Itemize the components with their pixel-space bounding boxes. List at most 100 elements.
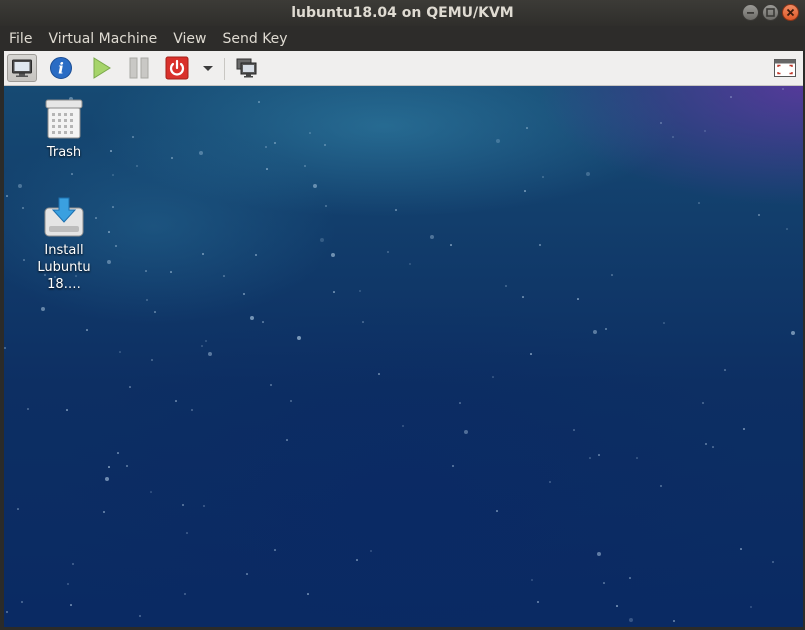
star-dot — [205, 340, 207, 342]
star-dot — [705, 443, 707, 445]
star-dot — [119, 351, 121, 353]
star-dot — [151, 359, 153, 361]
star-dot — [112, 206, 114, 208]
pause-button[interactable] — [124, 54, 154, 82]
star-dot — [704, 130, 706, 132]
star-dot — [255, 254, 257, 256]
fullscreen-icon — [774, 59, 796, 77]
minimize-button[interactable] — [742, 4, 759, 21]
play-icon — [93, 57, 111, 79]
star-dot — [730, 96, 732, 98]
shutdown-menu-button[interactable] — [198, 54, 218, 82]
star-dot — [150, 491, 152, 493]
star-dot — [597, 552, 601, 556]
close-button[interactable] — [782, 4, 799, 21]
star-dot — [409, 263, 411, 265]
star-dot — [743, 428, 745, 430]
star-dot — [782, 88, 784, 90]
star-dot — [72, 563, 74, 565]
star-dot — [286, 439, 288, 441]
star-dot — [370, 550, 372, 552]
star-dot — [395, 209, 397, 211]
star-dot — [672, 136, 674, 138]
star-dot — [660, 122, 662, 124]
star-dot — [154, 311, 156, 313]
menu-virtual-machine[interactable]: Virtual Machine — [39, 26, 164, 51]
star-dot — [663, 322, 665, 324]
star-dot — [274, 142, 276, 144]
star-dot — [402, 425, 404, 427]
star-dot — [41, 307, 45, 311]
star-dot — [724, 369, 726, 371]
star-dot — [21, 601, 23, 603]
star-dot — [611, 274, 613, 276]
desktop-icon-install-lubuntu[interactable]: Install Lubuntu 18.… — [19, 196, 109, 293]
desktop-icon-trash[interactable]: Trash — [19, 98, 109, 161]
star-dot — [297, 336, 301, 340]
star-dot — [246, 573, 248, 575]
star-dot — [208, 352, 212, 356]
star-dot — [70, 604, 72, 606]
star-dot — [530, 353, 532, 355]
star-dot — [6, 195, 8, 197]
star-dot — [605, 328, 607, 330]
star-dot — [202, 253, 204, 255]
star-dot — [262, 321, 264, 323]
window-titlebar[interactable]: lubuntu18.04 on QEMU/KVM — [0, 0, 805, 26]
fullscreen-button[interactable] — [770, 54, 800, 82]
vm-desktop[interactable]: Trash Install Lubuntu 18.… — [4, 86, 803, 627]
star-dot — [331, 253, 335, 257]
console-view-button[interactable] — [7, 54, 37, 82]
maximize-button[interactable] — [762, 4, 779, 21]
star-dot — [186, 532, 188, 534]
desktop-icon-label: Trash — [46, 145, 82, 160]
install-icon — [43, 196, 85, 238]
star-dot — [586, 172, 590, 176]
star-dot — [304, 165, 306, 167]
star-dot — [265, 146, 267, 148]
star-dot — [522, 296, 524, 298]
menubar: File Virtual Machine View Send Key — [0, 26, 805, 51]
star-dot — [452, 465, 454, 467]
star-dot — [616, 605, 618, 607]
trash-icon — [43, 98, 85, 140]
star-dot — [170, 271, 172, 273]
details-button[interactable]: i — [46, 54, 76, 82]
star-dot — [66, 409, 68, 411]
star-dot — [387, 251, 389, 253]
star-dot — [539, 244, 541, 246]
star-dot — [772, 561, 774, 563]
desktop-icon-label: Install — [44, 243, 84, 258]
star-dot — [108, 466, 110, 468]
menu-send-key[interactable]: Send Key — [213, 26, 294, 51]
star-dot — [324, 144, 326, 146]
star-dot — [496, 139, 500, 143]
star-dot — [136, 165, 138, 167]
star-dot — [103, 511, 105, 513]
star-dot — [307, 593, 309, 595]
maximize-icon — [766, 8, 775, 17]
menu-file[interactable]: File — [0, 26, 39, 51]
star-dot — [199, 151, 203, 155]
toolbar-separator — [224, 58, 225, 80]
star-dot — [492, 376, 494, 378]
run-button[interactable] — [86, 54, 116, 82]
star-dot — [359, 290, 361, 292]
minimize-icon — [747, 12, 754, 14]
star-dot — [67, 583, 69, 585]
star-dot — [660, 485, 662, 487]
star-dot — [175, 400, 177, 402]
menu-view[interactable]: View — [164, 26, 213, 51]
star-dot — [430, 235, 434, 239]
star-dot — [542, 176, 544, 178]
star-dot — [526, 127, 528, 129]
star-dot — [758, 214, 760, 216]
snapshots-button[interactable] — [232, 54, 262, 82]
info-icon: i — [50, 57, 72, 79]
shutdown-button[interactable] — [162, 54, 192, 82]
monitor-icon — [12, 59, 32, 77]
star-dot — [464, 430, 468, 434]
star-dot — [184, 593, 186, 595]
star-dot — [201, 345, 203, 347]
star-dot — [549, 481, 551, 483]
